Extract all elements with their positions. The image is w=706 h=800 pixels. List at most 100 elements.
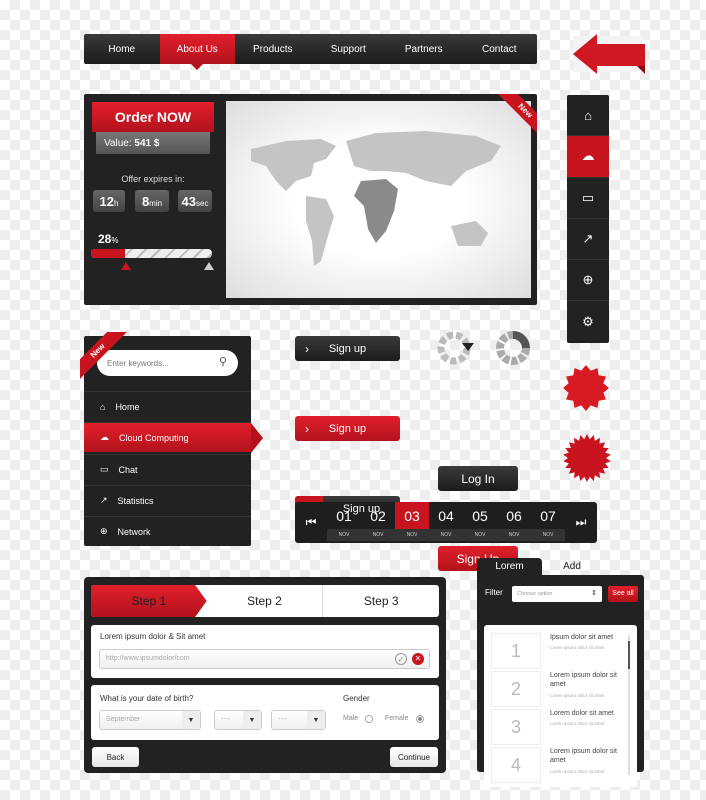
log-in-button[interactable]: Log In xyxy=(438,466,518,491)
statistics-icon: ↗ xyxy=(100,495,108,505)
timer-hours: 12 h xyxy=(93,190,125,212)
day-05[interactable]: 05 NOV xyxy=(463,502,497,543)
sort-arrows-icon: ⇕ xyxy=(591,590,597,597)
month-label: NOV xyxy=(463,529,497,541)
dob-label: What is your date of birth? xyxy=(100,694,194,703)
new-ribbon: New xyxy=(80,332,132,384)
male-label: Male xyxy=(343,715,359,722)
progress-percent: 28% xyxy=(98,232,119,246)
filter-select[interactable]: Choose option ⇕ xyxy=(512,586,602,602)
month-label: NOV xyxy=(429,529,463,541)
filter-label: Filter xyxy=(485,588,503,597)
tab-add[interactable]: Add xyxy=(542,558,602,575)
nav-partners[interactable]: Partners xyxy=(386,34,462,64)
list-item[interactable]: 4 Lorem ipsum dolor sit amet Lorem ipsum d… xyxy=(491,747,631,783)
world-map-icon xyxy=(251,131,501,266)
sidebar-item-home[interactable]: ⌂ Home xyxy=(84,391,251,421)
list-item[interactable]: 1 Ipsum dolor sit amet Lorem ipsum dolor s… xyxy=(491,633,631,669)
month-label: NOV xyxy=(395,529,429,541)
item-title: Lorem ipsum dolor sit amet xyxy=(550,748,617,764)
see-all-button[interactable]: See all xyxy=(608,586,638,602)
year-select[interactable]: ---- ▼ xyxy=(271,710,326,730)
wizard-panel: Step 1 Step 2 Step 3 Lorem ipsum dolor &… xyxy=(84,577,446,773)
cloud-icon: ☁ xyxy=(100,432,109,442)
list-item[interactable]: 2 Lorem ipsum dolor sit amet Lorem ipsum d… xyxy=(491,671,631,707)
progress-marker-icon[interactable] xyxy=(121,262,131,270)
female-radio[interactable] xyxy=(416,715,424,723)
nav-support[interactable]: Support xyxy=(311,34,387,64)
step-3-tab[interactable]: Step 3 xyxy=(323,585,439,617)
sidebar-item-chat[interactable]: ▭ Chat xyxy=(84,454,251,484)
last-page-icon[interactable]: ⏭ xyxy=(565,502,597,543)
new-ribbon: New xyxy=(489,94,537,142)
sign-up-label: Sign up xyxy=(342,502,381,515)
sign-up-button[interactable]: › Sign up xyxy=(295,416,400,441)
globe-icon[interactable]: ⊕ xyxy=(567,260,609,302)
sidebar-item-statistics[interactable]: ↗ Statistics xyxy=(84,485,251,515)
day-07[interactable]: 07 NOV xyxy=(531,502,565,543)
item-subtitle: Lorem ipsum dolor sit amet xyxy=(550,693,605,698)
check-icon[interactable]: ✓ xyxy=(395,653,407,665)
statistics-icon[interactable]: ↗ xyxy=(567,219,609,261)
tab-widget: Lorem Add Filter Choose option ⇕ See all … xyxy=(477,558,644,787)
value-display: Value: 541 $ xyxy=(96,132,210,154)
chat-icon[interactable]: ▭ xyxy=(567,178,609,219)
sign-up-button[interactable]: › Sign up xyxy=(295,336,400,361)
continue-button[interactable]: Continue xyxy=(390,747,438,767)
item-title: Lorem dolor sit amet xyxy=(550,710,614,717)
nav-about-us[interactable]: About Us xyxy=(159,34,235,70)
back-arrow-icon[interactable] xyxy=(567,32,649,76)
scrollbar[interactable] xyxy=(628,635,630,775)
item-title: Lorem ipsum dolor sit amet xyxy=(550,672,617,688)
sidebar-item-network[interactable]: ⊕ Network xyxy=(84,516,251,546)
offer-label: Offer expires in: xyxy=(121,174,185,184)
chevron-down-icon: ▼ xyxy=(243,711,261,729)
nav-contact[interactable]: Contact xyxy=(462,34,538,64)
month-label: NOV xyxy=(361,529,395,541)
globe-icon: ⊕ xyxy=(100,526,108,536)
step-1-tab[interactable]: Step 1 xyxy=(91,585,207,617)
nav-home[interactable]: Home xyxy=(84,34,160,64)
starburst-badge xyxy=(563,365,609,411)
order-panel: Order NOW Value: 541 $ Offer expires in:… xyxy=(84,94,537,305)
item-number: 4 xyxy=(491,747,541,783)
order-now-button[interactable]: Order NOW xyxy=(92,102,214,132)
item-number: 3 xyxy=(491,709,541,745)
male-radio[interactable] xyxy=(365,715,373,723)
sidebar-item-cloud-computing[interactable]: ☁ Cloud Computing xyxy=(84,422,263,453)
progress-end-icon xyxy=(204,262,214,270)
month-label: NOV xyxy=(497,529,531,541)
item-subtitle: Lorem ipsum dolor sit amet xyxy=(550,721,605,726)
item-subtitle: Lorem ipsum dolor sit amet xyxy=(550,645,605,650)
back-button[interactable]: Back xyxy=(92,747,139,767)
chevron-down-icon: ▼ xyxy=(182,711,200,729)
item-number: 2 xyxy=(491,671,541,707)
month-label: NOV xyxy=(327,529,361,541)
gear-icon[interactable]: ⚙ xyxy=(567,301,609,342)
day-06[interactable]: 06 NOV xyxy=(497,502,531,543)
item-number: 1 xyxy=(491,633,541,669)
url-input[interactable]: http://www.ipsumdolor/com xyxy=(99,649,430,669)
cloud-icon[interactable]: ☁ xyxy=(567,136,609,178)
gender-label: Gender xyxy=(343,694,370,703)
day-04[interactable]: 04 NOV xyxy=(429,502,463,543)
close-icon[interactable]: ✕ xyxy=(412,653,424,665)
world-map xyxy=(226,101,531,298)
item-title: Ipsum dolor sit amet xyxy=(550,634,614,641)
step-2-tab[interactable]: Step 2 xyxy=(207,585,324,617)
day-number: 06 xyxy=(506,507,522,524)
female-label: Female xyxy=(385,715,409,722)
nav-products[interactable]: Products xyxy=(235,34,311,64)
loading-spinner-icon xyxy=(496,331,530,365)
day-03[interactable]: 03 NOV xyxy=(395,502,429,543)
list-item[interactable]: 3 Lorem dolor sit amet Lorem ipsum dolor s… xyxy=(491,709,631,745)
day-select[interactable]: ---- ▼ xyxy=(214,710,262,730)
month-label: NOV xyxy=(531,529,565,541)
birth-card: What is your date of birth? September ▼ -… xyxy=(91,685,439,740)
home-icon: ⌂ xyxy=(100,401,106,412)
home-icon[interactable]: ⌂ xyxy=(567,95,609,137)
search-icon[interactable]: ⚲ xyxy=(219,355,227,368)
month-select[interactable]: September ▼ xyxy=(99,710,201,730)
chevron-right-icon: › xyxy=(305,341,309,356)
url-card: Lorem ipsum dolor & Sit amet http://www.… xyxy=(91,625,439,678)
